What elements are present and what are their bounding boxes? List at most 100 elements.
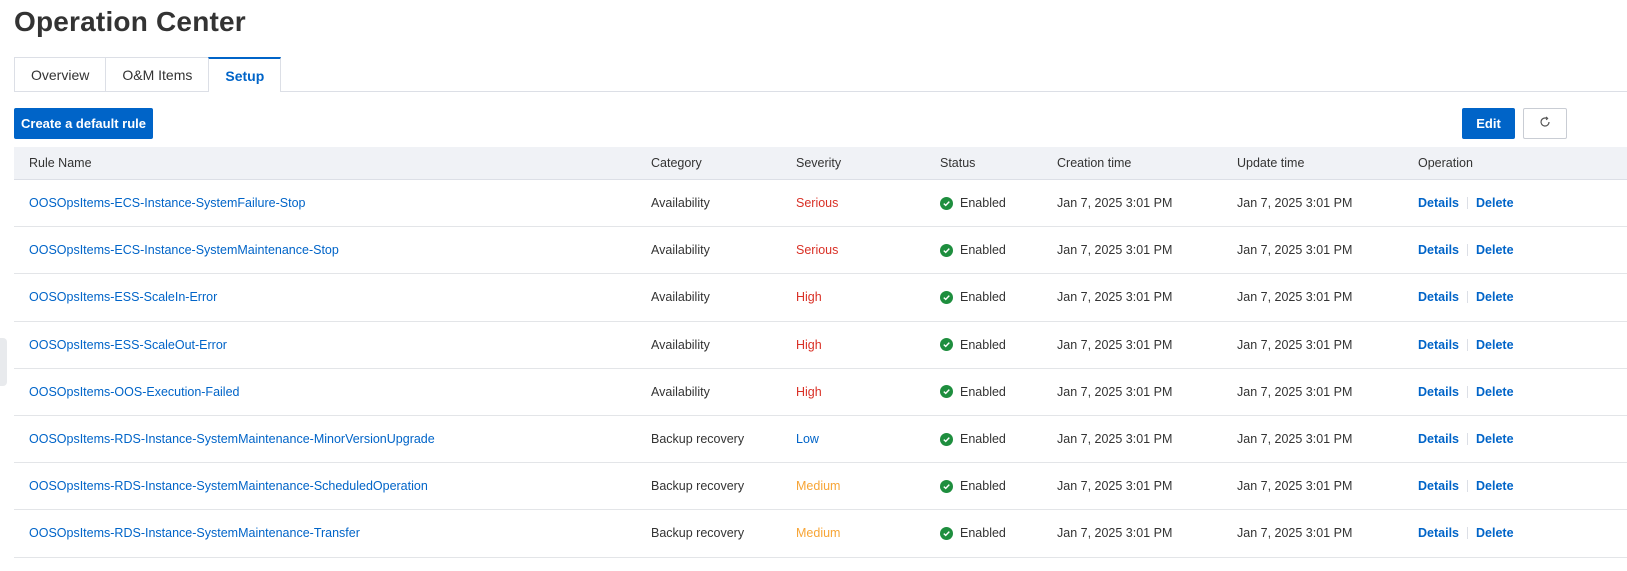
creation-time-cell: Jan 7, 2025 3:01 PM <box>1057 432 1173 447</box>
tab-overview[interactable]: Overview <box>14 57 107 91</box>
status-cell: Enabled <box>940 196 1006 210</box>
column-header-creation-time: Creation time <box>1057 156 1132 170</box>
status-label: Enabled <box>960 337 1006 352</box>
table-row: OOSOpsItems-RDS-Instance-SystemMaintenan… <box>14 416 1627 464</box>
check-circle-icon <box>940 385 953 399</box>
details-link[interactable]: Details <box>1418 290 1459 304</box>
status-label: Enabled <box>960 526 1006 541</box>
column-header-update-time: Update time <box>1237 156 1305 170</box>
check-circle-icon <box>940 196 953 210</box>
delete-link[interactable]: Delete <box>1476 290 1514 304</box>
rule-name-link[interactable]: OOSOpsItems-ESS-ScaleIn-Error <box>29 290 217 304</box>
operation-cell: Details Delete <box>1418 290 1514 304</box>
delete-link[interactable]: Delete <box>1476 385 1514 399</box>
operation-divider <box>1467 527 1468 540</box>
refresh-icon <box>1539 115 1551 133</box>
status-label: Enabled <box>960 243 1006 258</box>
status-cell: Enabled <box>940 338 1006 352</box>
operation-cell: Details Delete <box>1418 196 1514 210</box>
category-cell: Availability <box>651 196 710 211</box>
table-row: OOSOpsItems-RDS-Instance-SystemMaintenan… <box>14 510 1627 558</box>
delete-link[interactable]: Delete <box>1476 338 1514 352</box>
edit-button[interactable]: Edit <box>1462 108 1515 139</box>
update-time-cell: Jan 7, 2025 3:01 PM <box>1237 196 1353 211</box>
severity-cell: Medium <box>796 526 841 541</box>
tab-bar: Overview O&M Items Setup <box>14 57 1627 92</box>
operation-divider <box>1467 480 1468 493</box>
column-header-severity: Severity <box>796 156 842 170</box>
table-row: OOSOpsItems-ESS-ScaleOut-Error Availabil… <box>14 322 1627 369</box>
rule-name-link[interactable]: OOSOpsItems-RDS-Instance-SystemMaintenan… <box>29 432 435 446</box>
rule-name-link[interactable]: OOSOpsItems-RDS-Instance-SystemMaintenan… <box>29 479 428 493</box>
details-link[interactable]: Details <box>1418 338 1459 352</box>
rule-name-link[interactable]: OOSOpsItems-RDS-Instance-SystemMaintenan… <box>29 526 360 540</box>
status-cell: Enabled <box>940 479 1006 493</box>
category-cell: Availability <box>651 384 710 399</box>
severity-cell: Serious <box>796 243 839 258</box>
tab-setup[interactable]: Setup <box>208 57 282 92</box>
operation-divider <box>1467 244 1468 257</box>
severity-cell: High <box>796 337 822 352</box>
column-header-category: Category <box>651 156 702 170</box>
refresh-button[interactable] <box>1523 108 1567 139</box>
operation-cell: Details Delete <box>1418 432 1514 446</box>
check-circle-icon <box>940 432 953 446</box>
update-time-cell: Jan 7, 2025 3:01 PM <box>1237 243 1353 258</box>
operation-divider <box>1467 433 1468 446</box>
table-header: Rule Name Category Severity Status Creat… <box>14 147 1627 180</box>
operation-divider <box>1467 197 1468 210</box>
update-time-cell: Jan 7, 2025 3:01 PM <box>1237 337 1353 352</box>
details-link[interactable]: Details <box>1418 243 1459 257</box>
column-header-operation: Operation <box>1418 156 1473 170</box>
update-time-cell: Jan 7, 2025 3:01 PM <box>1237 479 1353 494</box>
operation-divider <box>1467 338 1468 351</box>
check-circle-icon <box>940 290 953 304</box>
rule-name-link[interactable]: OOSOpsItems-OOS-Execution-Failed <box>29 385 239 399</box>
status-label: Enabled <box>960 432 1006 447</box>
create-default-rule-button[interactable]: Create a default rule <box>14 108 153 139</box>
details-link[interactable]: Details <box>1418 385 1459 399</box>
delete-link[interactable]: Delete <box>1476 432 1514 446</box>
column-header-rule-name: Rule Name <box>29 156 92 170</box>
creation-time-cell: Jan 7, 2025 3:01 PM <box>1057 479 1173 494</box>
delete-link[interactable]: Delete <box>1476 479 1514 493</box>
rule-name-link[interactable]: OOSOpsItems-ECS-Instance-SystemFailure-S… <box>29 196 305 210</box>
update-time-cell: Jan 7, 2025 3:01 PM <box>1237 290 1353 305</box>
details-link[interactable]: Details <box>1418 479 1459 493</box>
column-header-status: Status <box>940 156 976 170</box>
rules-table: Rule Name Category Severity Status Creat… <box>14 147 1627 558</box>
delete-link[interactable]: Delete <box>1476 243 1514 257</box>
details-link[interactable]: Details <box>1418 526 1459 540</box>
status-cell: Enabled <box>940 385 1006 399</box>
update-time-cell: Jan 7, 2025 3:01 PM <box>1237 526 1353 541</box>
side-panel-handle[interactable] <box>0 338 7 386</box>
check-circle-icon <box>940 479 953 493</box>
status-label: Enabled <box>960 196 1006 211</box>
details-link[interactable]: Details <box>1418 196 1459 210</box>
severity-cell: Serious <box>796 196 839 211</box>
severity-cell: High <box>796 384 822 399</box>
table-row: OOSOpsItems-RDS-Instance-SystemMaintenan… <box>14 463 1627 511</box>
check-circle-icon <box>940 526 953 540</box>
tab-om-items[interactable]: O&M Items <box>105 57 210 91</box>
status-cell: Enabled <box>940 432 1006 446</box>
creation-time-cell: Jan 7, 2025 3:01 PM <box>1057 196 1173 211</box>
status-label: Enabled <box>960 479 1006 494</box>
update-time-cell: Jan 7, 2025 3:01 PM <box>1237 384 1353 399</box>
details-link[interactable]: Details <box>1418 432 1459 446</box>
creation-time-cell: Jan 7, 2025 3:01 PM <box>1057 384 1173 399</box>
status-label: Enabled <box>960 290 1006 305</box>
operation-cell: Details Delete <box>1418 243 1514 257</box>
rule-name-link[interactable]: OOSOpsItems-ESS-ScaleOut-Error <box>29 338 227 352</box>
creation-time-cell: Jan 7, 2025 3:01 PM <box>1057 526 1173 541</box>
operation-cell: Details Delete <box>1418 526 1514 540</box>
delete-link[interactable]: Delete <box>1476 526 1514 540</box>
severity-cell: Medium <box>796 479 841 494</box>
status-cell: Enabled <box>940 290 1006 304</box>
operation-center-page: Operation Center Overview O&M Items Setu… <box>0 0 1627 571</box>
table-row: OOSOpsItems-OOS-Execution-Failed Availab… <box>14 369 1627 416</box>
page-title: Operation Center <box>14 6 246 37</box>
rule-name-link[interactable]: OOSOpsItems-ECS-Instance-SystemMaintenan… <box>29 243 339 257</box>
creation-time-cell: Jan 7, 2025 3:01 PM <box>1057 290 1173 305</box>
delete-link[interactable]: Delete <box>1476 196 1514 210</box>
